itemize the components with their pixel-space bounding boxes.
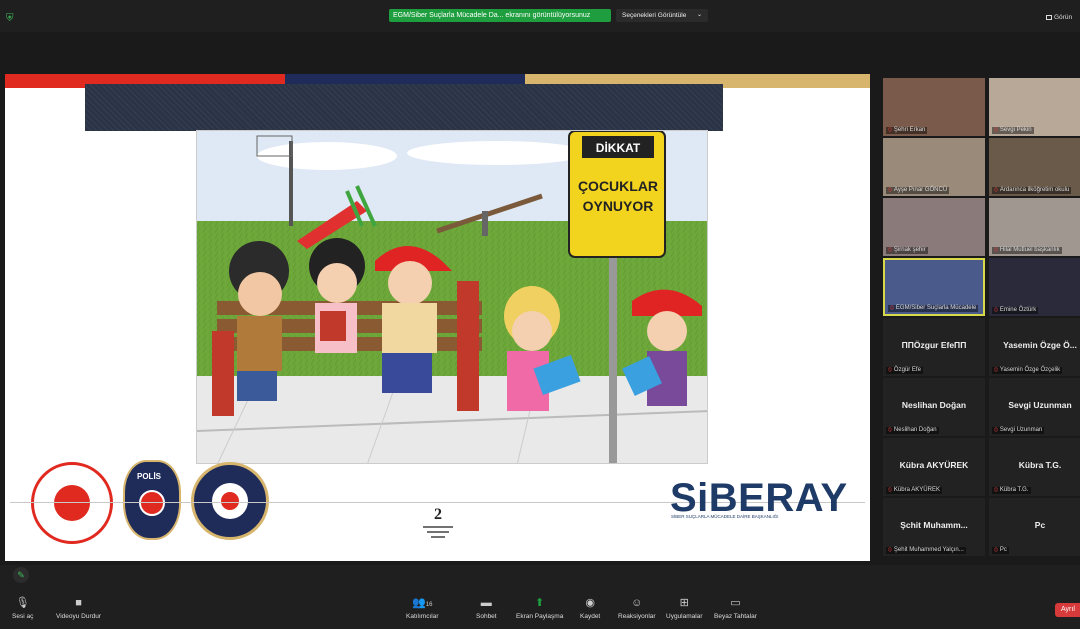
video-camera-icon: ■ [75,597,82,609]
participant-tile[interactable]: Neslihan Doğan ⦸ Neslihan Doğan [883,378,985,436]
share-banner-text: EGM/Siber Suçlarla Mücadele Da... ekranı… [393,12,591,19]
participant-tile[interactable]: ⦸ Ardarınca ilköğretim okulu [989,138,1080,196]
ministry-seal-logo [31,462,113,544]
reactions-label: Reaksiyonlar [618,613,656,620]
muted-mic-icon: ⦸ [994,187,998,193]
muted-mic-icon: ⦸ [888,367,892,373]
muted-mic-icon: ⦸ [888,247,892,253]
share-screen-button[interactable]: ⬆ Ekran Paylaşma [516,597,563,620]
chat-bubble-icon: ▬ [480,597,492,609]
record-button[interactable]: ◉ Kaydet [580,597,600,620]
slide-title-bar [85,84,723,131]
fullscreen-label: Görün [1054,14,1073,21]
muted-mic-icon: ⦸ [994,247,998,253]
participants-label: Katılımcılar [406,613,439,620]
svg-text:ÇOCUKLAR: ÇOCUKLAR [578,178,658,194]
apps-grid-icon: ⊞ [679,597,689,609]
annotate-pencil-icon[interactable]: ✎ [13,567,29,583]
participants-icon: 👥16 [412,597,433,609]
participant-tile[interactable]: Şchit Muhamm... ⦸ Şehit Muhammed Yalçın... [883,498,985,556]
page-number-decoration [423,526,453,538]
police-badge-logo: POLİS [123,460,181,540]
shared-slide: DİKKAT ÇOCUKLAR OYNUYOR POLİS 2 SiBERAY … [5,74,870,561]
muted-mic-icon: ⦸ [994,127,998,133]
participant-tile[interactable]: Yasemin Özge Ö... ⦸ Yasemin Özge Özçelik [989,318,1080,376]
muted-mic-icon: ⦸ [888,487,892,493]
participant-tile[interactable]: Sevgi Uzunman ⦸ Sevgi Uzunman [989,378,1080,436]
unmute-button[interactable]: 🎙 Sesi aç [12,597,33,620]
muted-mic-icon: ⦸ [994,547,998,553]
reactions-button[interactable]: ☺ Reaksiyonlar [618,597,656,620]
svg-text:OYNUYOR: OYNUYOR [583,198,654,214]
whiteboard-icon: ▭ [730,597,741,609]
record-icon: ◉ [585,597,595,609]
participant-tile[interactable]: ΠΠÖzgur EfeΠΠ ⦸ Özgür Efe [883,318,985,376]
security-shield-icon[interactable]: ⛨ [6,13,16,24]
police-badge-text: POLİS [137,472,162,481]
whiteboard-label: Beyaz Tahtalar [714,613,757,620]
muted-mic-icon: ⦸ [994,307,998,313]
participant-tile[interactable]: ⦸ Şirnak şehir [883,198,985,256]
share-screen-icon: ⬆ [535,597,545,609]
view-options-label: Seçenekleri Görüntüle [622,12,687,19]
fullscreen-button[interactable]: Görün [1046,14,1072,21]
view-options-button[interactable]: Seçenekleri Görüntüle ⌄ [616,9,708,22]
participant-tile[interactable]: Kübra AKYÜREK ⦸ Kübra AKYÜREK [883,438,985,496]
record-label: Kaydet [580,613,601,620]
apps-label: Uygulamalar [666,613,703,620]
cybercrime-department-seal-logo [191,462,269,540]
muted-mic-icon: ⦸ [888,427,892,433]
muted-mic-icon: ⦸ [888,187,892,193]
participant-tile[interactable]: ⦸ Sevgi Pekin [989,78,1080,136]
chevron-down-icon: ⌄ [696,12,702,18]
slide-page-number: 2 [434,506,442,523]
unmute-label: Sesi aç [12,613,34,620]
microphone-icon: 🎙 [15,597,30,609]
muted-mic-icon: ⦸ [994,487,998,493]
muted-mic-icon: ⦸ [888,127,892,133]
sign-top-text: DİKKAT [596,140,641,155]
muted-mic-icon: ⦸ [890,305,894,311]
participant-tile[interactable]: ⦸ Şehri Erkan [883,78,985,136]
stop-video-label: Videoyu Durdur [56,613,102,620]
participants-button[interactable]: 👥16 Katılımcılar [406,597,439,620]
participant-tile[interactable]: Kübra T.G. ⦸ Kübra T.G. [989,438,1080,496]
apps-button[interactable]: ⊞ Uygulamalar [666,597,703,620]
participant-tile[interactable]: ⦸ Emine Öztürk [989,258,1080,316]
screen-share-banner[interactable]: EGM/Siber Suçlarla Mücadele Da... ekranı… [389,9,611,22]
participant-tile-active-speaker[interactable]: ⦸ EGM/Siber Suçlarla Mücadele [883,258,985,316]
children-playing-illustration: DİKKAT ÇOCUKLAR OYNUYOR [196,130,708,464]
muted-mic-icon: ⦸ [994,427,998,433]
whiteboard-button[interactable]: ▭ Beyaz Tahtalar [714,597,757,620]
muted-mic-icon: ⦸ [888,547,892,553]
reactions-smiley-icon: ☺ [631,597,643,609]
siberay-brand-subtitle: SİBER SUÇLARLA MÜCADELE DAİRE BAŞKANLIĞI [671,514,779,519]
participant-tile[interactable]: Pc ⦸ Pc [989,498,1080,556]
muted-mic-icon: ⦸ [994,367,998,373]
view-icon [1046,14,1052,20]
participant-tile[interactable]: ⦸ Ayşe Pınar GÖNCÜ [883,138,985,196]
share-screen-label: Ekran Paylaşma [516,613,564,620]
participant-tile[interactable]: ⦸ Hilal Mutluel başkanlık [989,198,1080,256]
chat-button[interactable]: ▬ Sohbet [476,597,497,620]
chat-label: Sohbet [476,613,497,620]
stop-video-button[interactable]: ■ Videoyu Durdur [56,597,101,620]
leave-meeting-button[interactable]: Ayrıl [1055,603,1080,617]
top-bar: ⛨ EGM/Siber Suçlarla Mücadele Da... ekra… [0,0,1080,32]
